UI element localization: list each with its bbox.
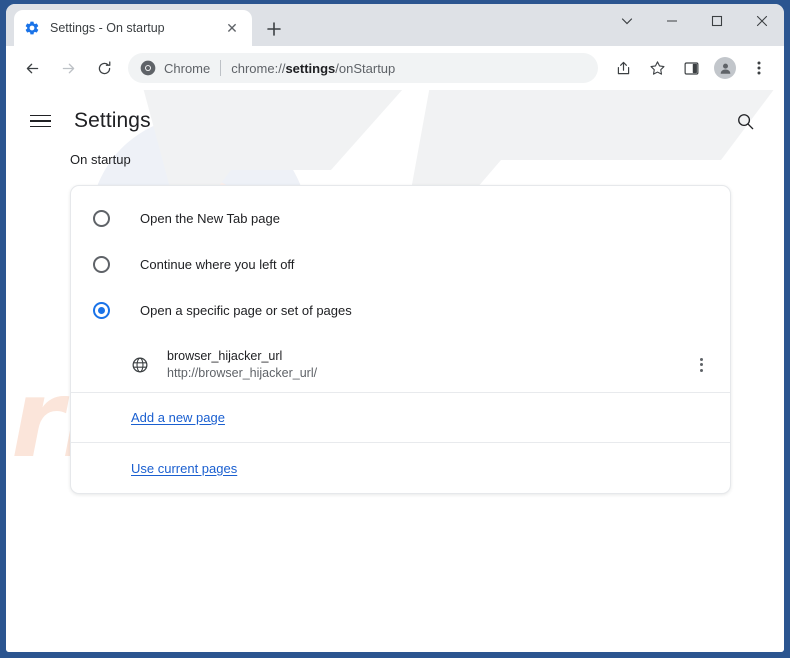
startup-option-specific-pages[interactable]: Open a specific page or set of pages xyxy=(71,287,730,333)
startup-page-name: browser_hijacker_url xyxy=(167,348,283,363)
add-new-page-row: Add a new page xyxy=(71,393,730,443)
browser-toolbar: Chrome chrome://settings/onStartup xyxy=(6,46,784,90)
window-controls xyxy=(604,4,784,46)
back-button[interactable] xyxy=(17,53,47,83)
url-prefix: chrome:// xyxy=(231,60,286,76)
browser-tab[interactable]: Settings - On startup ✕ xyxy=(14,10,252,46)
reload-button[interactable] xyxy=(89,53,119,83)
minimize-icon xyxy=(666,20,677,22)
side-panel-icon[interactable] xyxy=(677,54,705,82)
use-current-pages-link[interactable]: Use current pages xyxy=(131,461,237,476)
use-current-pages-row: Use current pages xyxy=(71,443,730,493)
profile-button[interactable] xyxy=(711,54,739,82)
startup-option-label: Continue where you left off xyxy=(140,256,295,272)
tab-search-button[interactable] xyxy=(604,4,649,38)
avatar xyxy=(714,57,736,79)
tab-title: Settings - On startup xyxy=(50,21,165,35)
page-title: Settings xyxy=(74,109,151,132)
browser-window-frame: Settings - On startup ✕ Chrome chrome://… xyxy=(0,0,790,658)
share-icon[interactable] xyxy=(609,54,637,82)
startup-page-row: browser_hijacker_url http://browser_hija… xyxy=(71,337,730,393)
minimize-button[interactable] xyxy=(649,4,694,38)
person-icon xyxy=(720,63,730,74)
star-icon[interactable] xyxy=(643,54,671,82)
tab-strip: Settings - On startup ✕ xyxy=(6,4,784,46)
chevron-down-icon xyxy=(621,18,632,25)
startup-option-new-tab[interactable]: Open the New Tab page xyxy=(71,195,730,241)
radio-button[interactable] xyxy=(93,209,110,227)
url-bold-part: settings xyxy=(285,60,336,76)
settings-header: Settings xyxy=(6,90,784,152)
gear-icon xyxy=(24,20,40,36)
startup-option-label: Open the New Tab page xyxy=(140,210,280,226)
add-new-page-link[interactable]: Add a new page xyxy=(131,410,225,425)
chrome-window: Settings - On startup ✕ Chrome chrome://… xyxy=(6,4,784,652)
startup-option-continue[interactable]: Continue where you left off xyxy=(71,241,730,287)
arrow-left-icon xyxy=(26,63,38,73)
new-tab-button[interactable] xyxy=(260,15,288,43)
arrow-right-icon xyxy=(62,63,74,73)
settings-page: risk.com Settings On startup xyxy=(6,90,784,652)
omnibox-url-text: chrome://settings/onStartup xyxy=(231,61,395,76)
close-icon xyxy=(756,15,767,27)
maximize-icon xyxy=(711,15,722,27)
startup-page-url: http://browser_hijacker_url/ xyxy=(167,365,318,380)
on-startup-section: On startup Open the New Tab page Continu… xyxy=(6,152,784,494)
three-dot-menu-icon[interactable] xyxy=(688,352,714,378)
omnibox-divider xyxy=(220,60,222,76)
maximize-button[interactable] xyxy=(694,4,739,38)
search-icon[interactable] xyxy=(730,106,760,136)
startup-option-label: Open a specific page or set of pages xyxy=(140,302,352,318)
close-button[interactable] xyxy=(739,4,784,38)
close-icon[interactable]: ✕ xyxy=(222,18,242,38)
forward-button[interactable] xyxy=(53,53,83,83)
startup-page-info: browser_hijacker_url http://browser_hija… xyxy=(167,348,688,382)
url-suffix: /onStartup xyxy=(335,60,396,76)
globe-icon xyxy=(131,356,149,374)
three-dot-menu-icon[interactable] xyxy=(745,54,773,82)
radio-button[interactable] xyxy=(93,255,110,273)
hamburger-icon[interactable] xyxy=(30,106,60,136)
startup-settings-card: Open the New Tab page Continue where you… xyxy=(70,185,731,494)
radio-button-selected[interactable] xyxy=(93,301,110,319)
section-label: On startup xyxy=(70,152,131,167)
reload-icon xyxy=(98,60,110,74)
omnibox-brand-label: Chrome xyxy=(164,60,211,76)
address-bar[interactable]: Chrome chrome://settings/onStartup xyxy=(128,53,598,83)
plus-icon xyxy=(267,22,281,36)
chrome-icon xyxy=(140,60,156,76)
